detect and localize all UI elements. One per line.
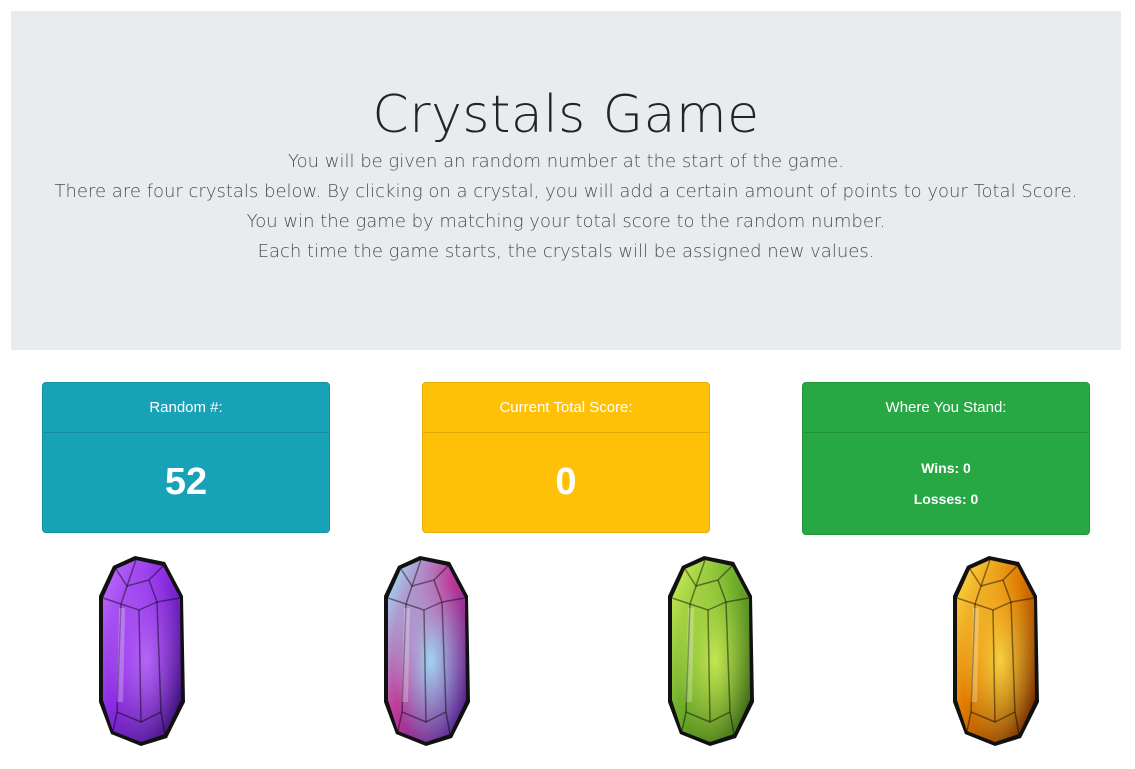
standing-card: Where You Stand: Wins: 0 Losses: 0 bbox=[802, 382, 1090, 535]
total-score-value: 0 bbox=[555, 461, 577, 503]
random-number-value: 52 bbox=[164, 461, 208, 503]
random-number-card: Random #: 52 bbox=[42, 382, 330, 533]
instructions: You will be given an random number at th… bbox=[11, 147, 1121, 267]
wins-count: Wins: 0 bbox=[921, 459, 971, 476]
blue-crystal-button[interactable] bbox=[380, 552, 474, 748]
green-crystal-button[interactable] bbox=[664, 552, 758, 748]
orange-crystal-button[interactable] bbox=[949, 552, 1043, 748]
green-crystal-icon bbox=[668, 556, 754, 746]
instruction-line: There are four crystals below. By clicki… bbox=[54, 181, 1078, 202]
instruction-line: Each time the game starts, the crystals … bbox=[257, 241, 875, 262]
purple-crystal-button[interactable] bbox=[95, 552, 189, 748]
purple-crystal-icon bbox=[99, 556, 185, 746]
instruction-line: You win the game by matching your total … bbox=[246, 211, 886, 232]
instruction-line: You will be given an random number at th… bbox=[288, 151, 844, 172]
intro-panel: Crystals Game You will be given an rando… bbox=[11, 11, 1121, 350]
blue-crystal-icon bbox=[384, 556, 470, 746]
total-score-label: Current Total Score: bbox=[423, 383, 709, 433]
losses-count: Losses: 0 bbox=[913, 490, 979, 507]
total-score-card: Current Total Score: 0 bbox=[422, 382, 710, 533]
standing-label: Where You Stand: bbox=[803, 383, 1089, 433]
page-title: Crystals Game bbox=[372, 85, 760, 145]
random-number-label: Random #: bbox=[43, 383, 329, 433]
orange-crystal-icon bbox=[953, 556, 1039, 746]
